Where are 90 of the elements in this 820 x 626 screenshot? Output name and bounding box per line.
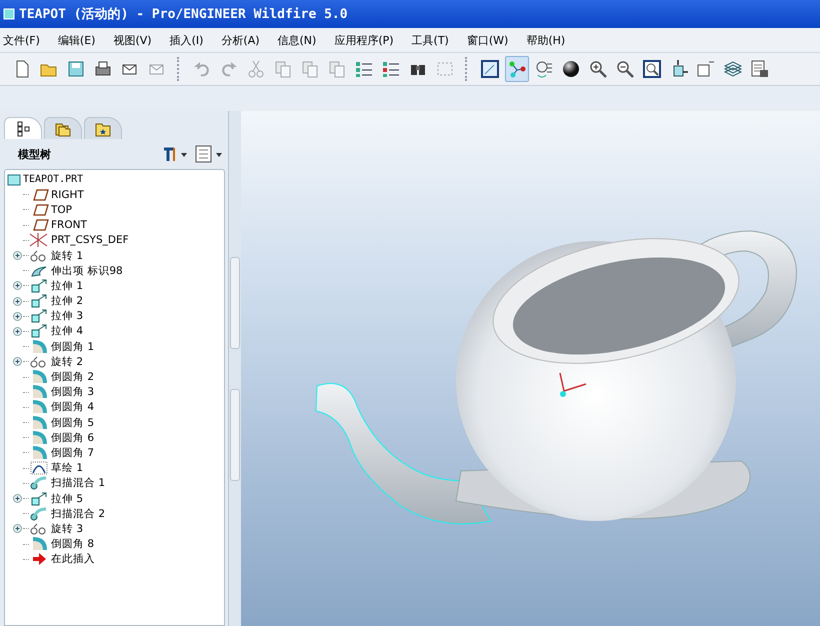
sphere-icon <box>562 60 580 78</box>
tree-item[interactable]: 旋转 1 <box>29 248 84 264</box>
tree-item[interactable]: 拉伸 1 <box>29 278 84 294</box>
expand-icon[interactable] <box>13 251 22 260</box>
tree-item[interactable]: 倒圆角 5 <box>29 415 94 430</box>
part-icon <box>3 8 15 20</box>
paste-icon <box>328 60 346 78</box>
tree-item[interactable]: 拉伸 3 <box>29 308 84 324</box>
tree-item[interactable]: FRONT <box>29 218 87 233</box>
tree-item[interactable]: 倒圆角 2 <box>29 369 94 385</box>
table-icon <box>751 60 769 78</box>
extrude-icon <box>29 324 49 338</box>
panel-tab[interactable] <box>44 117 82 139</box>
axes-icon <box>29 233 49 248</box>
extrude-icon <box>29 492 49 506</box>
paste-icon <box>301 60 319 78</box>
panel-tab[interactable] <box>4 117 42 139</box>
menu-item[interactable]: 文件(F) <box>3 32 40 48</box>
part-icon <box>7 174 21 186</box>
list-icon <box>382 60 400 78</box>
expand-icon[interactable] <box>13 494 22 504</box>
extrude-icon <box>29 294 49 308</box>
tree-item[interactable]: 扫描混合 2 <box>29 506 106 522</box>
menu-item[interactable]: 编辑(E) <box>58 32 96 48</box>
sweep-icon <box>29 506 49 521</box>
copy-icon <box>274 60 292 78</box>
tree-item[interactable]: 扫描混合 1 <box>29 476 106 491</box>
menu-item[interactable]: 帮助(H) <box>526 32 566 48</box>
tree-item[interactable]: 伸出项 标识98 <box>29 263 123 278</box>
tree-item[interactable]: 旋转 3 <box>29 521 84 536</box>
expand-icon[interactable] <box>13 357 22 366</box>
menu-item[interactable]: 应用程序(P) <box>334 32 394 48</box>
menu-item[interactable]: 插入(I) <box>170 32 204 48</box>
printer-icon <box>94 60 112 78</box>
extrude-icon <box>29 309 49 324</box>
tree-item[interactable]: 草绘 1 <box>29 460 84 476</box>
zoom-in-icon <box>589 60 607 78</box>
selection-box-icon <box>436 60 454 78</box>
extrude-icon <box>29 278 49 293</box>
picture-icon <box>481 60 499 78</box>
expand-icon[interactable] <box>13 524 22 534</box>
tools-icon <box>162 146 188 162</box>
tree-item[interactable]: 拉伸 4 <box>29 324 84 340</box>
zoom-out-icon <box>616 60 634 78</box>
sketch-icon <box>29 461 49 476</box>
star-folder-icon <box>95 120 111 136</box>
expand-icon[interactable] <box>13 296 22 306</box>
tree-icon <box>15 120 31 136</box>
panel-title: 模型树 <box>18 146 52 162</box>
show-dropdown[interactable] <box>194 145 224 163</box>
tree-item[interactable]: 倒圆角 7 <box>29 445 94 461</box>
expand-icon[interactable] <box>13 326 22 336</box>
menu-item[interactable]: 视图(V) <box>113 32 152 48</box>
protrusion-icon <box>29 264 49 278</box>
expand-icon[interactable] <box>13 281 22 290</box>
tree-item[interactable]: RIGHT <box>29 187 84 202</box>
tree-item[interactable]: 倒圆角 1 <box>29 339 94 354</box>
menu-item[interactable]: 工具(T) <box>412 32 449 48</box>
splitter-handle[interactable] <box>230 388 240 480</box>
scissors-icon <box>247 60 265 78</box>
settings-dropdown[interactable] <box>162 146 188 162</box>
tree-item[interactable]: 在此插入 <box>29 552 95 567</box>
zoom-fit-icon <box>643 60 661 78</box>
tree-item[interactable]: 拉伸 2 <box>29 294 84 309</box>
tree-item[interactable]: 倒圆角 4 <box>29 400 94 415</box>
save-icon <box>67 60 85 78</box>
tree-item[interactable]: TOP <box>29 202 72 218</box>
expand-icon[interactable] <box>13 312 22 321</box>
layers-icon <box>724 60 742 78</box>
undo-icon <box>193 60 211 78</box>
panel-tab[interactable] <box>84 117 122 139</box>
splitter-handle[interactable] <box>230 256 240 348</box>
menu-item[interactable]: 窗口(W) <box>466 32 508 48</box>
menu-item[interactable]: 信息(N) <box>278 32 316 48</box>
sweep-icon <box>29 476 49 490</box>
window-title: TEAPOT (活动的) - Pro/ENGINEER Wildfire 5.0 <box>19 6 348 23</box>
tree-item[interactable]: TEAPOT.PRT <box>7 172 224 188</box>
redo-icon <box>220 60 238 78</box>
list-icon <box>194 145 224 163</box>
folders-icon <box>55 120 71 136</box>
list-icon <box>355 60 373 78</box>
menu-item[interactable]: 分析(A) <box>221 32 260 48</box>
tree-item[interactable]: PRT_CSYS_DEF <box>29 232 129 248</box>
tree-item[interactable]: 拉伸 5 <box>29 490 84 506</box>
tree-item[interactable]: 旋转 2 <box>29 354 84 370</box>
tree-item[interactable]: 倒圆角 3 <box>29 384 94 400</box>
spin-icon <box>535 60 553 78</box>
tree-item[interactable]: 倒圆角 8 <box>29 536 94 552</box>
nodes-icon <box>508 60 526 78</box>
tree-item[interactable]: 倒圆角 6 <box>29 430 94 446</box>
